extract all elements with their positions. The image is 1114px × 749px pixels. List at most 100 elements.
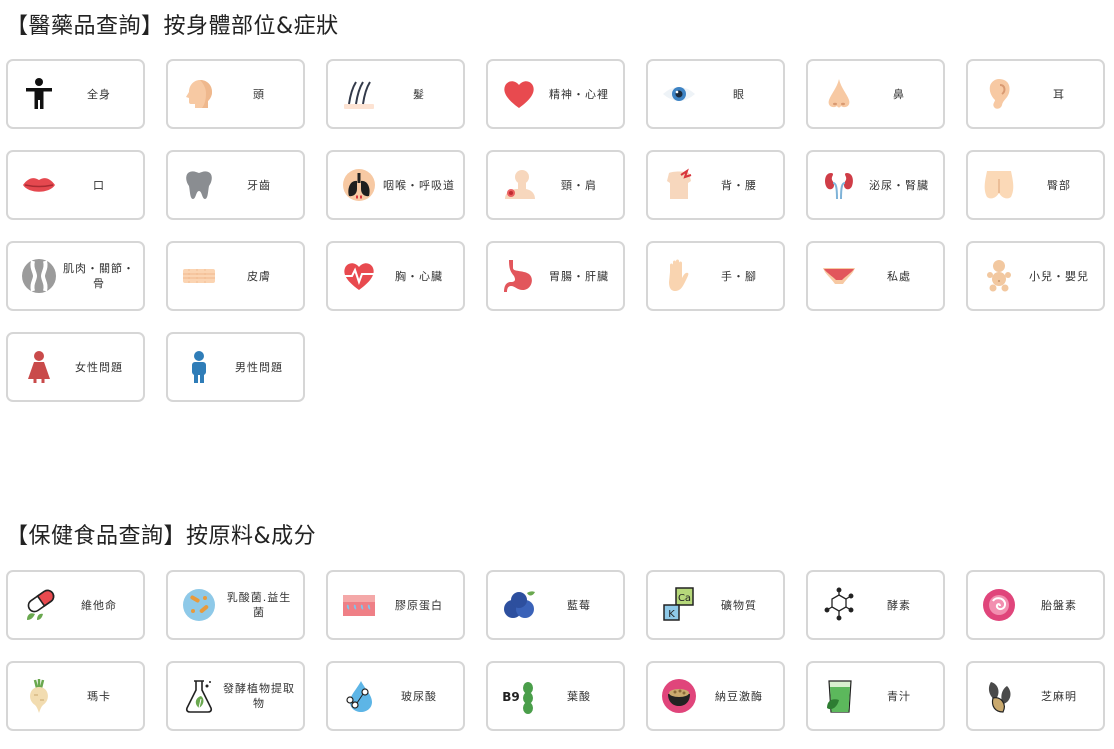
- category-card[interactable]: 玻尿酸: [326, 661, 465, 731]
- category-label: 眼: [733, 87, 745, 101]
- category-card[interactable]: 咽喉・呼吸道: [326, 150, 465, 220]
- section-title-medicine: 【醫藥品查詢】按身體部位&症狀: [6, 14, 339, 39]
- category-label: 青汁: [887, 689, 911, 703]
- category-label: 玻尿酸: [401, 689, 437, 703]
- woman-icon: [21, 349, 57, 385]
- category-label: 皮膚: [247, 269, 271, 283]
- category-label: 泌尿・腎臟: [869, 178, 929, 192]
- maca-root-icon: [21, 678, 57, 714]
- category-card[interactable]: 芝麻明: [966, 661, 1105, 731]
- category-card[interactable]: Ca K 礦物質: [646, 570, 785, 640]
- category-card[interactable]: 男性問題: [166, 332, 305, 402]
- category-card[interactable]: 皮膚: [166, 241, 305, 311]
- category-card[interactable]: 精神・心裡: [486, 59, 625, 129]
- category-label: 女性問題: [75, 360, 123, 374]
- category-card[interactable]: 小兒・嬰兒: [966, 241, 1105, 311]
- lips-icon: [21, 167, 57, 203]
- category-card[interactable]: 膠原蛋白: [326, 570, 465, 640]
- category-label: 私處: [887, 269, 911, 283]
- svg-text:Ca: Ca: [678, 593, 691, 604]
- category-card[interactable]: 藍莓: [486, 570, 625, 640]
- category-card[interactable]: 酵素: [806, 570, 945, 640]
- category-card[interactable]: 私處: [806, 241, 945, 311]
- category-card[interactable]: 頸・肩: [486, 150, 625, 220]
- category-label: 礦物質: [721, 598, 757, 612]
- category-card[interactable]: 發酵植物提取物: [166, 661, 305, 731]
- category-card[interactable]: 全身: [6, 59, 145, 129]
- stomach-icon: [501, 258, 537, 294]
- category-card[interactable]: 胸・心臟: [326, 241, 465, 311]
- category-card[interactable]: 背・腰: [646, 150, 785, 220]
- skin-icon: [181, 258, 217, 294]
- b9-badge-text: B9: [502, 690, 520, 704]
- flask-leaf-icon: [181, 678, 217, 714]
- joint-icon: [21, 258, 57, 294]
- baby-icon: [981, 258, 1017, 294]
- throat-lungs-icon: [341, 167, 377, 203]
- category-card[interactable]: B9 葉酸: [486, 661, 625, 731]
- category-card[interactable]: 手・腳: [646, 241, 785, 311]
- category-label: 頭: [253, 87, 265, 101]
- category-card[interactable]: 維他命: [6, 570, 145, 640]
- category-label: 口: [93, 178, 105, 192]
- b9-icon: B9: [501, 678, 537, 714]
- category-label: 臀部: [1047, 178, 1071, 192]
- eye-icon: [661, 76, 697, 112]
- category-label: 全身: [87, 87, 111, 101]
- placenta-icon: [981, 587, 1017, 623]
- hair-icon: [341, 76, 377, 112]
- category-label: 膠原蛋白: [395, 598, 443, 612]
- natto-bowl-icon: [661, 678, 697, 714]
- category-card[interactable]: 髮: [326, 59, 465, 129]
- ear-icon: [981, 76, 1017, 112]
- category-label: 耳: [1053, 87, 1065, 101]
- category-card[interactable]: 乳酸菌.益生菌: [166, 570, 305, 640]
- category-label: 葉酸: [567, 689, 591, 703]
- minerals-icon: Ca K: [661, 587, 697, 623]
- sesame-icon: [981, 678, 1017, 714]
- category-label: 鼻: [893, 87, 905, 101]
- category-label: 維他命: [81, 598, 117, 612]
- category-card[interactable]: 胃腸・肝臟: [486, 241, 625, 311]
- category-label: 瑪卡: [87, 689, 111, 703]
- kidneys-icon: [821, 167, 857, 203]
- category-card[interactable]: 口: [6, 150, 145, 220]
- category-card[interactable]: 牙齒: [166, 150, 305, 220]
- back-icon: [661, 167, 697, 203]
- underwear-icon: [821, 258, 857, 294]
- buttocks-icon: [981, 167, 1017, 203]
- category-card[interactable]: 鼻: [806, 59, 945, 129]
- category-label: 髮: [413, 87, 425, 101]
- category-card[interactable]: 青汁: [806, 661, 945, 731]
- category-label: 胸・心臟: [395, 269, 443, 283]
- category-label: 手・腳: [721, 269, 757, 283]
- capsule-icon: [21, 587, 57, 623]
- svg-text:K: K: [668, 609, 675, 620]
- category-card[interactable]: 瑪卡: [6, 661, 145, 731]
- category-label: 咽喉・呼吸道: [383, 178, 455, 192]
- tooth-icon: [181, 167, 217, 203]
- water-drop-icon: [341, 678, 377, 714]
- category-label: 納豆激酶: [715, 689, 763, 703]
- category-card[interactable]: 耳: [966, 59, 1105, 129]
- category-card[interactable]: 肌肉・關節・骨: [6, 241, 145, 311]
- category-card[interactable]: 女性問題: [6, 332, 145, 402]
- category-card[interactable]: 臀部: [966, 150, 1105, 220]
- category-label: 男性問題: [235, 360, 283, 374]
- category-card[interactable]: 納豆激酶: [646, 661, 785, 731]
- man-icon: [181, 349, 217, 385]
- green-juice-icon: [821, 678, 857, 714]
- category-label: 小兒・嬰兒: [1029, 269, 1089, 283]
- category-label: 胎盤素: [1041, 598, 1077, 612]
- category-card[interactable]: 眼: [646, 59, 785, 129]
- category-card[interactable]: 泌尿・腎臟: [806, 150, 945, 220]
- collagen-skin-icon: [341, 587, 377, 623]
- human-body-icon: [21, 76, 57, 112]
- category-label: 藍莓: [567, 598, 591, 612]
- category-label: 酵素: [887, 598, 911, 612]
- category-card[interactable]: 胎盤素: [966, 570, 1105, 640]
- category-label: 精神・心裡: [549, 87, 609, 101]
- neck-shoulder-icon: [501, 167, 537, 203]
- category-card[interactable]: 頭: [166, 59, 305, 129]
- heartbeat-icon: [341, 258, 377, 294]
